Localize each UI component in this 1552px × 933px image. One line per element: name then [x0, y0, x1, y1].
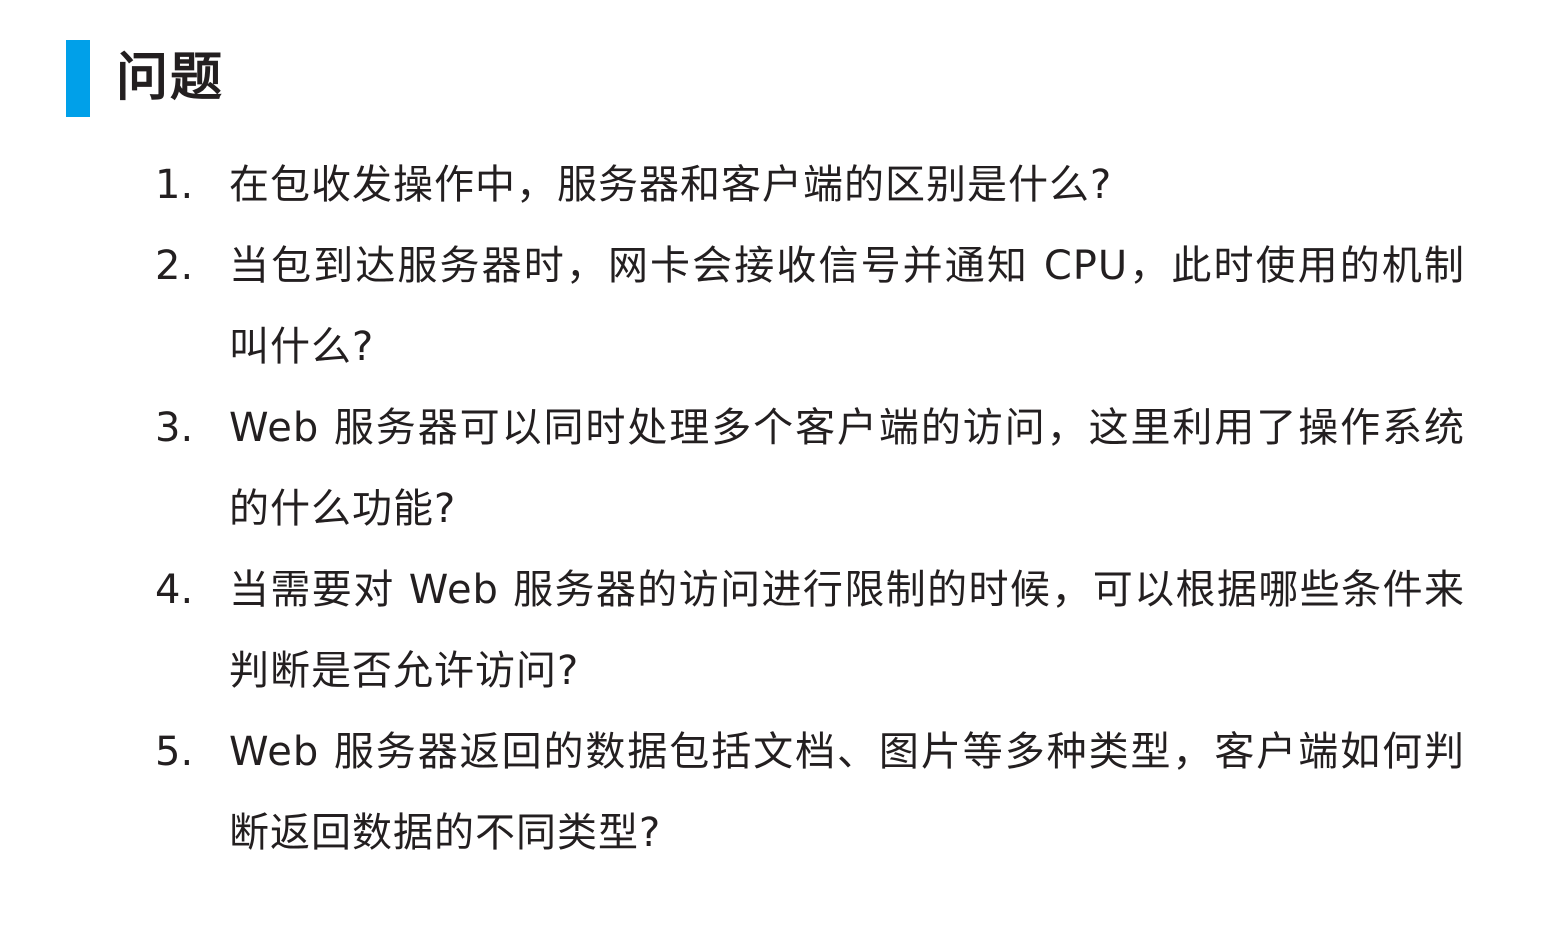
question-item-4: 4. 当需要对 Web 服务器的访问进行限制的时候，可以根据哪些条件来判断是否允… [155, 550, 1465, 712]
section-heading: 问题 [66, 40, 224, 117]
question-item-1: 1. 在包收发操作中，服务器和客户端的区别是什么? [155, 145, 1465, 226]
question-list: 1. 在包收发操作中，服务器和客户端的区别是什么? 2. 当包到达服务器时，网卡… [155, 145, 1465, 874]
question-text: 当包到达服务器时，网卡会接收信号并通知 CPU，此时使用的机制叫什么? [229, 243, 1465, 370]
question-text: 在包收发操作中，服务器和客户端的区别是什么? [229, 162, 1113, 208]
question-number: 2. [155, 243, 194, 289]
question-text: Web 服务器返回的数据包括文档、图片等多种类型，客户端如何判断返回数据的不同类… [229, 729, 1465, 856]
question-number: 3. [155, 405, 194, 451]
heading-accent-bar [66, 40, 90, 117]
question-text: 当需要对 Web 服务器的访问进行限制的时候，可以根据哪些条件来判断是否允许访问… [229, 567, 1465, 694]
question-number: 1. [155, 162, 194, 208]
question-item-3: 3. Web 服务器可以同时处理多个客户端的访问，这里利用了操作系统的什么功能? [155, 388, 1465, 550]
page-title: 问题 [116, 48, 225, 108]
question-number: 5. [155, 729, 194, 775]
question-number: 4. [155, 567, 194, 613]
question-item-5: 5. Web 服务器返回的数据包括文档、图片等多种类型，客户端如何判断返回数据的… [155, 712, 1465, 874]
question-text: Web 服务器可以同时处理多个客户端的访问，这里利用了操作系统的什么功能? [229, 405, 1465, 532]
question-item-2: 2. 当包到达服务器时，网卡会接收信号并通知 CPU，此时使用的机制叫什么? [155, 226, 1465, 388]
